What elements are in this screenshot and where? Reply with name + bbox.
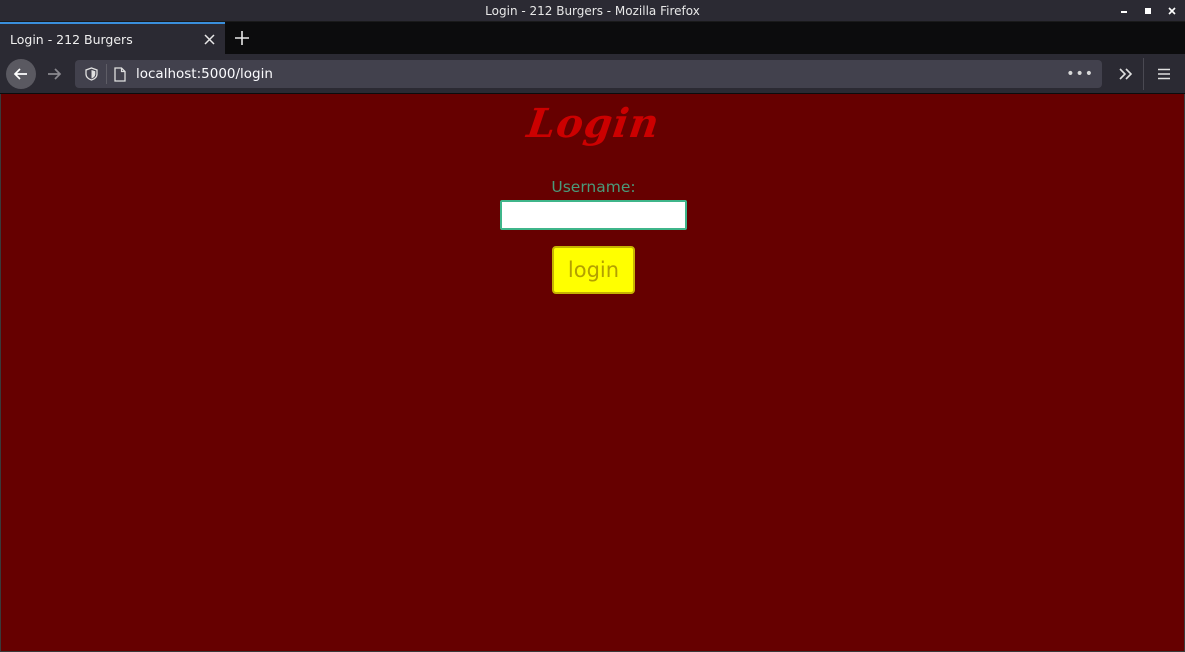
page-content: Login Username: login [0, 94, 1185, 652]
page-icon[interactable] [113, 66, 127, 82]
close-icon[interactable] [201, 31, 217, 47]
more-horizontal-icon[interactable]: ••• [1066, 66, 1094, 82]
page-title: Login [524, 100, 663, 147]
toolbar-divider [1143, 58, 1144, 90]
tab-strip: Login - 212 Burgers [0, 22, 1185, 54]
window-titlebar: Login - 212 Burgers - Mozilla Firefox [0, 0, 1185, 22]
url-bar[interactable]: localhost:5000/login ••• [75, 60, 1102, 88]
url-separator [106, 64, 107, 84]
url-input[interactable]: localhost:5000/login [136, 66, 1066, 82]
arrow-right-icon[interactable] [39, 59, 69, 89]
tab-title: Login - 212 Burgers [10, 31, 133, 47]
window-controls [1119, 0, 1177, 22]
login-button[interactable]: login [552, 246, 635, 294]
plus-icon[interactable] [226, 22, 258, 54]
navigation-bar: localhost:5000/login ••• [0, 54, 1185, 94]
tab-active[interactable]: Login - 212 Burgers [0, 22, 225, 54]
shield-icon[interactable] [83, 66, 99, 82]
maximize-icon[interactable] [1143, 6, 1153, 16]
username-input[interactable] [500, 200, 687, 230]
username-label: Username: [551, 178, 636, 196]
arrow-left-icon[interactable] [6, 58, 36, 89]
minimize-icon[interactable] [1119, 6, 1129, 16]
chevron-double-right-icon[interactable] [1112, 60, 1140, 88]
close-icon[interactable] [1167, 6, 1177, 16]
hamburger-menu-icon[interactable] [1150, 60, 1178, 88]
window-title: Login - 212 Burgers - Mozilla Firefox [485, 3, 700, 18]
